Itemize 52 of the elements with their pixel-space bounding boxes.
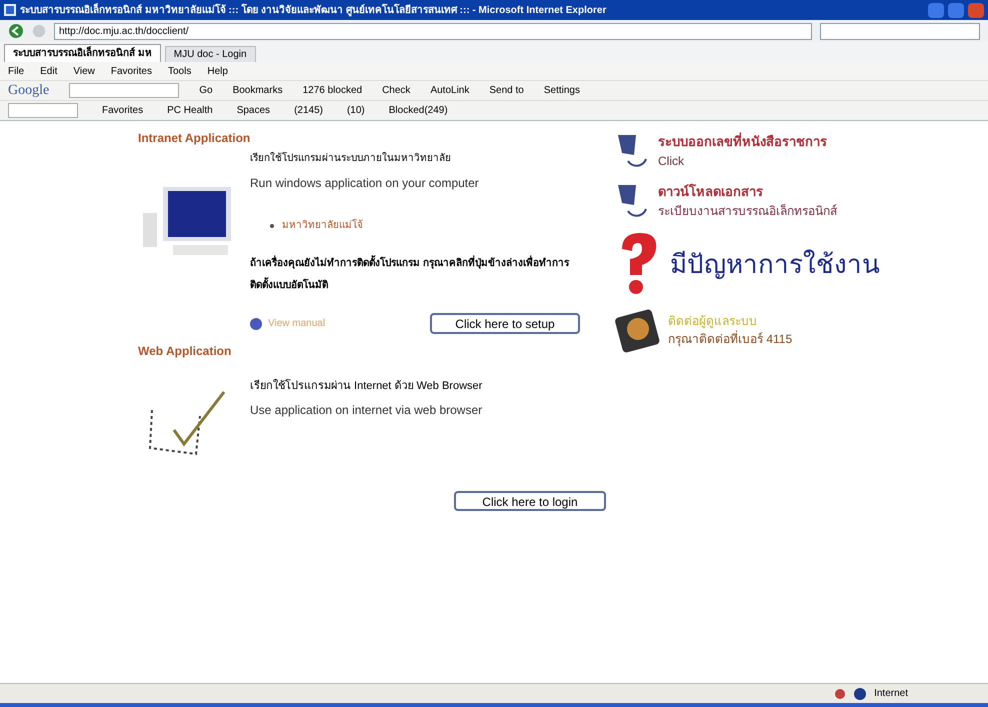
toolbar-button[interactable]: AutoLink [430, 83, 470, 98]
menu-item[interactable]: Favorites [110, 64, 152, 78]
menu-item[interactable]: Help [207, 64, 228, 78]
ie-icon [4, 4, 16, 16]
university-link[interactable]: มหาวิทยาลัยแม่โจ้ [282, 218, 363, 233]
menu-item[interactable]: Edit [40, 64, 58, 78]
search-field[interactable] [8, 103, 78, 118]
document-link[interactable]: ดาวน์โหลดเอกสาร [658, 182, 837, 202]
document-subtitle: ระเบียบงานสารบรรณอิเล็กทรอนิกส์ [658, 202, 837, 220]
section-heading: Intranet Application [138, 130, 252, 147]
toolbar-button[interactable]: (2145) [294, 103, 323, 118]
bullet-icon [270, 224, 274, 228]
address-field[interactable]: http://doc.mju.ac.th/docclient/ [54, 22, 812, 40]
zone-label: Internet [874, 687, 908, 701]
google-logo: Google [8, 82, 50, 100]
description: Run windows application on your computer [250, 175, 480, 192]
description: Use application on internet via web browser [250, 402, 484, 418]
forward-icon[interactable] [32, 24, 46, 38]
contact-title: ติดต่อผู้ดูแลระบบ [668, 313, 758, 330]
section-heading: Web Application [138, 343, 232, 360]
window-title: ระบบสารบรรณอิเล็กทรอนิกส์ มหาวิทยาลัยแม่โจ้ ::: โดย งานวิจัยและพัฒนา ศูนย์เทคโนโลยีสารสนเทศ ::: - Microsoft Internet Explorer [20, 2, 608, 18]
tab[interactable]: ระบบสารบรรณอิเล็กทรอนิกส์ มห [4, 44, 161, 62]
setup-button[interactable]: Click here to setup [430, 313, 580, 334]
description-thai: เรียกใช้โปรแกรมผ่านระบบภายในมหาวิทยาลัย [250, 151, 452, 166]
minimize-button[interactable] [928, 2, 944, 18]
menu-item[interactable]: View [73, 64, 95, 78]
search-field[interactable] [820, 22, 980, 40]
document-link[interactable]: ระบบออกเลขที่หนังสือราชการ [658, 132, 827, 152]
description-thai: เรียกใช้โปรแกรมผ่าน Internet ด้วย Web Browser [250, 378, 484, 394]
toolbar-button[interactable]: Settings [544, 83, 580, 98]
menu-item[interactable]: File [8, 64, 24, 78]
toolbar-button[interactable]: Send to [489, 83, 524, 98]
toolbar-button[interactable]: Spaces [236, 103, 270, 118]
contact-text: กรุณาติดต่อที่เบอร์ 4115 [668, 330, 792, 348]
menu-item[interactable]: Tools [168, 64, 192, 78]
toolbar-button[interactable]: Favorites [102, 103, 144, 118]
toolbar-button[interactable]: 1276 blocked [302, 83, 362, 98]
back-icon[interactable] [8, 23, 24, 39]
toolbar-button[interactable]: Check [382, 83, 410, 98]
toolbar-button[interactable]: (10) [346, 103, 365, 118]
toolbar-button[interactable]: PC Health [167, 103, 213, 118]
search-field[interactable] [69, 83, 180, 98]
close-button[interactable] [968, 2, 984, 18]
install-note: ถ้าเครื่องคุณยังไม่ทำการติดตั้งโปรแกรม กรุณาคลิกที่ปุ่มข้างล่างเพื่อทำการติดตั้งแบบอัตโนมัติ [250, 253, 580, 297]
document-subtitle: Click [658, 152, 685, 170]
tab[interactable]: MJU doc - Login [164, 46, 256, 62]
toolbar-button[interactable]: Go [199, 83, 213, 98]
maximize-button[interactable] [948, 2, 964, 18]
login-button[interactable]: Click here to login [454, 490, 606, 510]
toolbar-button[interactable]: Bookmarks [232, 83, 283, 98]
toolbar-button[interactable]: Blocked(249) [388, 103, 448, 118]
help-link[interactable]: มีปัญหาการใช้งาน [670, 244, 880, 284]
